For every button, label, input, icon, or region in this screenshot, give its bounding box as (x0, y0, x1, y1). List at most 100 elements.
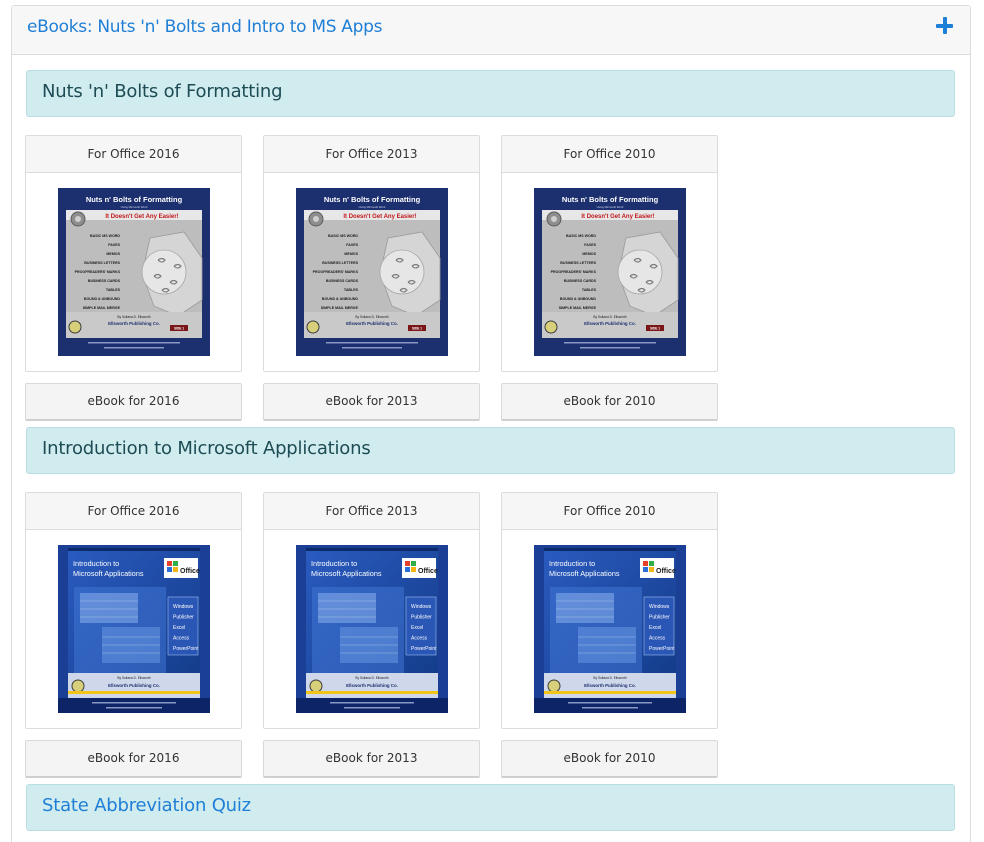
cover-topic: MEMOS (106, 252, 120, 256)
cover-tagline: It Doesn't Get Any Easier! (105, 214, 178, 220)
cover-publisher: Ellsworth Publishing Co. (108, 321, 160, 326)
ebook-2016-button[interactable]: eBook for 2016 (25, 383, 242, 421)
cover-author: By Sultana D. Ellsworth (355, 676, 389, 680)
card-header-label: For Office 2013 (325, 147, 418, 161)
cover-topic: MEMOS (582, 252, 596, 256)
cover-tagline: It Doesn't Get Any Easier! (343, 214, 416, 220)
cover-app: PowerPoint (173, 646, 199, 652)
nuts-n-bolts-card-2010: For Office 2010 Nuts n' Bolts of Formatt… (501, 135, 718, 372)
section-header-intro-ms-apps: Introduction to Microsoft Applications (26, 427, 955, 474)
cover-office-label: Office (418, 568, 438, 575)
cover-title-line2: Microsoft Applications (311, 569, 382, 578)
cover-topic: SIMPLE MAIL MERGE (83, 306, 121, 310)
cover-topic: FAXES (346, 243, 358, 247)
cover-author: By Sultana D. Ellsworth (117, 315, 151, 319)
nuts-n-bolts-card-2016: For Office 2016 Nuts n' Bolts of Formatt… (25, 135, 242, 372)
nuts-n-bolts-cover[interactable]: Nuts n' Bolts of Formatting Using Micros… (58, 188, 210, 356)
cover-app: Windows (411, 604, 432, 610)
card-header-label: For Office 2016 (87, 504, 180, 518)
ebook-cover-image[interactable]: Introduction to Microsoft Applications O… (296, 545, 448, 713)
panel-title[interactable]: eBooks: Nuts 'n' Bolts and Intro to MS A… (27, 17, 382, 37)
cover-app: Access (173, 636, 190, 642)
intro-ms-apps-cover[interactable]: Introduction to Microsoft Applications O… (58, 545, 210, 713)
card-header: For Office 2013 (264, 493, 479, 530)
ebook-cover-image[interactable]: Introduction to Microsoft Applications O… (58, 545, 210, 713)
intro-ms-apps-card-2013: For Office 2013 Introduction to Microsof… (263, 492, 480, 729)
cover-topic: SIMPLE MAIL MERGE (321, 306, 359, 310)
nuts-n-bolts-cover[interactable]: Nuts n' Bolts of Formatting Using Micros… (296, 188, 448, 356)
cover-author: By Sultana D. Ellsworth (593, 676, 627, 680)
card-header: For Office 2010 (502, 493, 717, 530)
cover-title: Nuts n' Bolts of Formatting (86, 195, 183, 204)
panel-header[interactable]: eBooks: Nuts 'n' Bolts and Intro to MS A… (12, 6, 970, 55)
cover-topic: BUSINESS CARDS (564, 279, 597, 283)
cover-app: Excel (411, 625, 423, 631)
cover-app: PowerPoint (411, 646, 437, 652)
cover-app: Access (649, 636, 666, 642)
cover-topic: PROOFREADERS' MARKS (551, 270, 597, 274)
ebook-cover-image[interactable]: Nuts n' Bolts of Formatting Using Micros… (296, 188, 448, 356)
cover-app: Access (411, 636, 428, 642)
cover-app: PowerPoint (649, 646, 675, 652)
cover-app: Windows (649, 604, 670, 610)
card-header-label: For Office 2010 (563, 504, 656, 518)
cover-subtitle: Using Microsoft Word (597, 205, 624, 209)
cover-topic: FAXES (584, 243, 596, 247)
ebook-2010-button[interactable]: eBook for 2010 (501, 383, 718, 421)
cover-publisher: Ellsworth Publishing Co. (108, 683, 160, 688)
cover-subtitle: Using Microsoft Word (121, 205, 148, 209)
cover-topic: TABLES (106, 288, 121, 292)
section-title: Nuts 'n' Bolts of Formatting (42, 81, 283, 102)
intro-ms-apps-cover[interactable]: Introduction to Microsoft Applications O… (296, 545, 448, 713)
section-title: Introduction to Microsoft Applications (42, 438, 371, 459)
cover-topic: BUSINESS LETTERS (560, 261, 596, 265)
cover-side-label: SIDE 1 (650, 327, 660, 331)
card-header: For Office 2010 (502, 136, 717, 173)
intro-ms-apps-card-2010: For Office 2010 Introduction to Microsof… (501, 492, 718, 729)
cover-topic: PROOFREADERS' MARKS (313, 270, 359, 274)
cover-topic: BASIC MS WORD (90, 234, 120, 238)
cover-author: By Sultana D. Ellsworth (117, 676, 151, 680)
cover-office-label: Office (656, 568, 676, 575)
card-header: For Office 2016 (26, 493, 241, 530)
cover-title-line1: Introduction to (311, 559, 357, 568)
cover-topic: TABLES (344, 288, 359, 292)
intro-ms-apps-card-2016: For Office 2016 Introduction to Microsof… (25, 492, 242, 729)
cover-app: Publisher (411, 615, 432, 621)
cover-topic: BUSINESS LETTERS (322, 261, 358, 265)
section-header-state-abbreviation-quiz[interactable]: State Abbreviation Quiz (26, 784, 955, 831)
cover-title-line1: Introduction to (73, 559, 119, 568)
cover-tagline: It Doesn't Get Any Easier! (581, 214, 654, 220)
intro-ms-apps-cover[interactable]: Introduction to Microsoft Applications O… (534, 545, 686, 713)
cover-topic: BOUND & UNBOUND (560, 297, 597, 301)
cover-author: By Sultana D. Ellsworth (355, 315, 389, 319)
card-header-label: For Office 2010 (563, 147, 656, 161)
ebook-2016-button[interactable]: eBook for 2016 (25, 740, 242, 778)
cover-topic: FAXES (108, 243, 120, 247)
cover-title: Nuts n' Bolts of Formatting (562, 195, 659, 204)
nuts-n-bolts-card-2013: For Office 2013 Nuts n' Bolts of Formatt… (263, 135, 480, 372)
card-header: For Office 2016 (26, 136, 241, 173)
ebook-cover-image[interactable]: Introduction to Microsoft Applications O… (534, 545, 686, 713)
ebook-cover-image[interactable]: Nuts n' Bolts of Formatting Using Micros… (534, 188, 686, 356)
cover-subtitle: Using Microsoft Word (359, 205, 386, 209)
cover-topic: BUSINESS LETTERS (84, 261, 120, 265)
cover-title-line2: Microsoft Applications (73, 569, 144, 578)
cover-topic: BUSINESS CARDS (326, 279, 359, 283)
cover-title: Nuts n' Bolts of Formatting (324, 195, 421, 204)
ebook-cover-image[interactable]: Nuts n' Bolts of Formatting Using Micros… (58, 188, 210, 356)
plus-icon[interactable] (934, 15, 956, 37)
cover-publisher: Ellsworth Publishing Co. (584, 683, 636, 688)
ebook-2013-button[interactable]: eBook for 2013 (263, 383, 480, 421)
card-header: For Office 2013 (264, 136, 479, 173)
nuts-n-bolts-cover[interactable]: Nuts n' Bolts of Formatting Using Micros… (534, 188, 686, 356)
ebook-2010-button[interactable]: eBook for 2010 (501, 740, 718, 778)
cover-app: Publisher (173, 615, 194, 621)
cover-topic: BASIC MS WORD (566, 234, 596, 238)
ebook-2013-button[interactable]: eBook for 2013 (263, 740, 480, 778)
cover-topic: SIMPLE MAIL MERGE (559, 306, 597, 310)
section-title-link[interactable]: State Abbreviation Quiz (42, 795, 251, 816)
cover-title-line1: Introduction to (549, 559, 595, 568)
card-header-label: For Office 2013 (325, 504, 418, 518)
cover-title-line2: Microsoft Applications (549, 569, 620, 578)
